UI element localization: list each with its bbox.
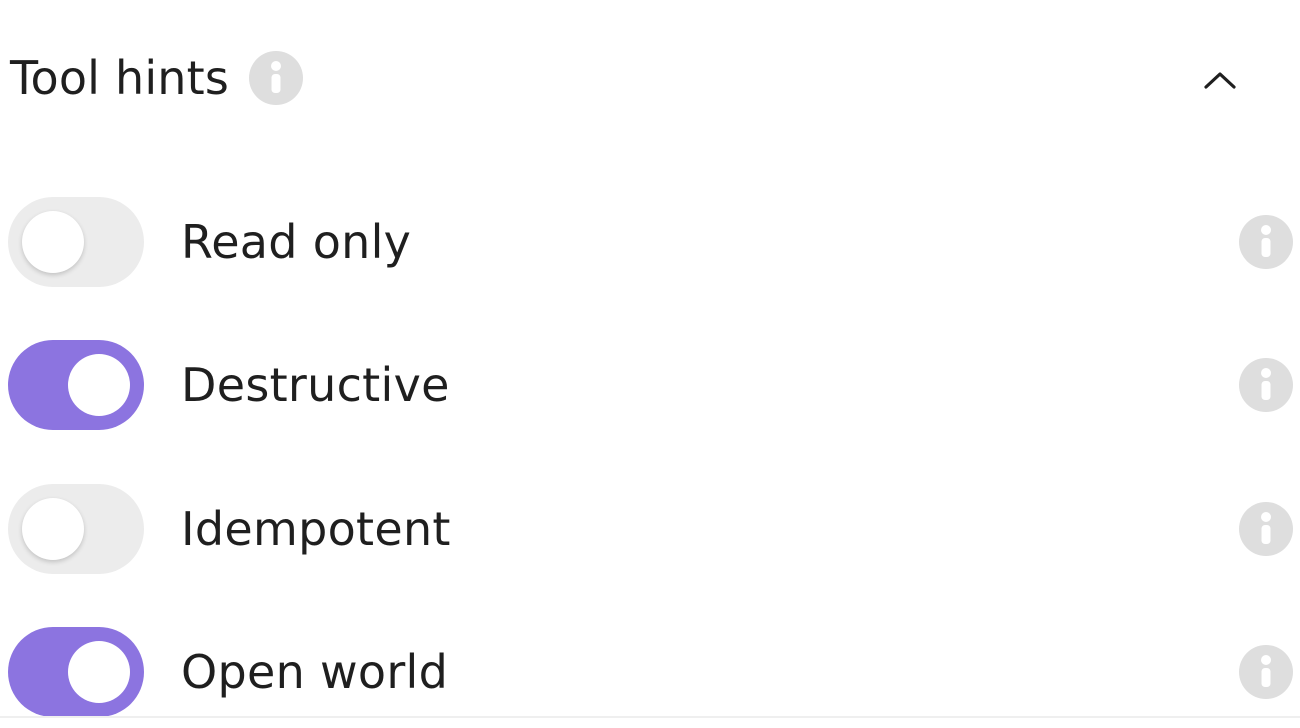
tool-hints-header: Tool hints	[10, 40, 1250, 116]
divider	[0, 716, 1300, 718]
info-icon[interactable]	[1239, 645, 1293, 699]
hint-label: Destructive	[181, 358, 450, 412]
destructive-toggle[interactable]	[8, 340, 144, 430]
toggle-knob	[68, 641, 130, 703]
toggle-knob	[68, 354, 130, 416]
hint-row-idempotent: Idempotent	[8, 484, 1293, 574]
idempotent-toggle[interactable]	[8, 484, 144, 574]
toggle-knob	[22, 211, 84, 273]
section-title: Tool hints	[10, 51, 230, 105]
toggle-knob	[22, 498, 84, 560]
read-only-toggle[interactable]	[8, 197, 144, 287]
info-icon[interactable]	[1239, 215, 1293, 269]
hint-row-destructive: Destructive	[8, 340, 1293, 430]
info-icon[interactable]	[1239, 502, 1293, 556]
info-icon[interactable]	[249, 51, 304, 105]
info-icon[interactable]	[1239, 358, 1293, 412]
hint-label: Idempotent	[181, 502, 451, 556]
hint-label: Open world	[181, 645, 449, 699]
hint-row-open-world: Open world	[8, 627, 1293, 717]
collapse-button[interactable]	[1190, 55, 1250, 103]
hint-row-read-only: Read only	[8, 197, 1293, 287]
hint-label: Read only	[181, 215, 412, 269]
tool-hints-panel: Tool hints Read only Destructive Idempot…	[0, 0, 1300, 728]
open-world-toggle[interactable]	[8, 627, 144, 717]
chevron-up-icon	[1204, 72, 1236, 89]
